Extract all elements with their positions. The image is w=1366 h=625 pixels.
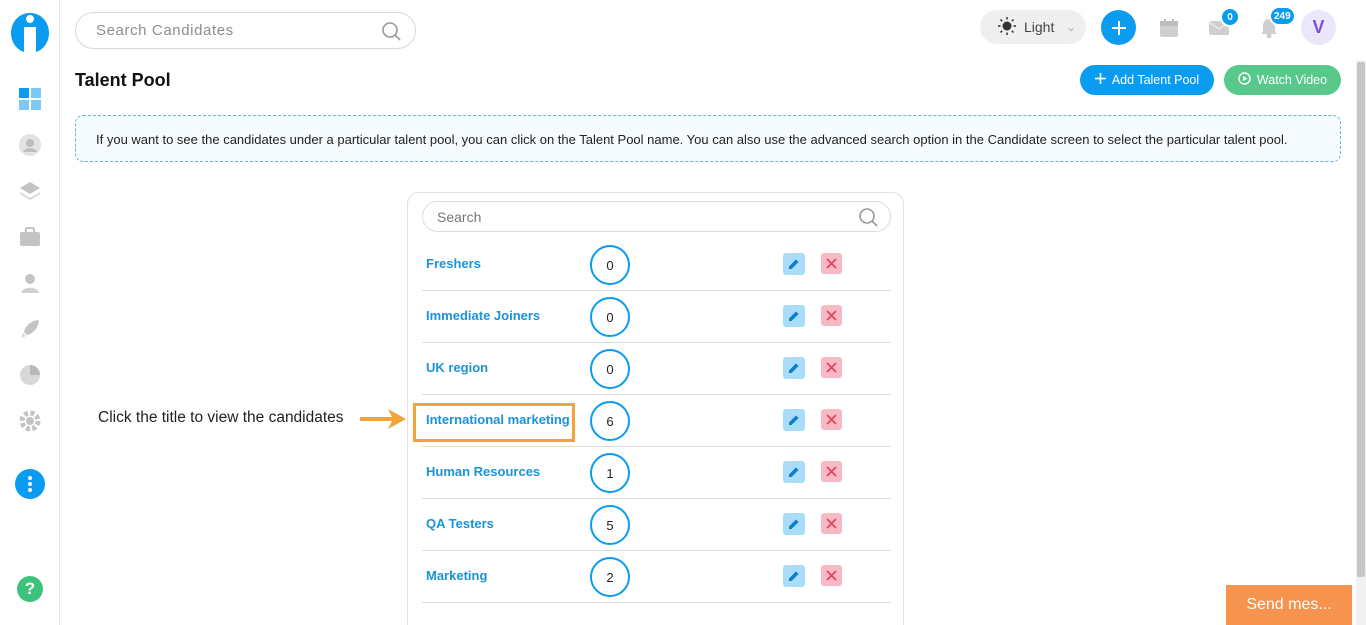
theme-label: Light [1024,19,1055,35]
delete-x-icon[interactable] [821,253,842,274]
pool-name-link[interactable]: UK region [426,360,488,375]
edit-pencil-icon[interactable] [783,409,805,431]
candidate-search-input[interactable] [96,22,366,39]
edit-pencil-icon[interactable] [783,565,805,587]
edit-pencil-icon[interactable] [783,513,805,535]
pool-count: 0 [590,245,630,285]
delete-x-icon[interactable] [821,565,842,586]
chevron-down-icon: ⌄ [1066,21,1076,34]
theme-toggle[interactable]: Light ⌄ [980,10,1086,44]
search-icon[interactable] [381,21,401,46]
edit-pencil-icon[interactable] [783,305,805,327]
edit-pencil-icon[interactable] [783,461,805,483]
sidebar: ? [0,0,60,625]
quick-add-button[interactable] [1101,10,1136,45]
watch-video-button[interactable]: Watch Video [1224,65,1341,95]
edit-pencil-icon[interactable] [783,253,805,275]
settings-gear-icon[interactable] [18,409,42,433]
edit-pencil-icon[interactable] [783,357,805,379]
calendar-icon[interactable] [1158,17,1180,39]
search-icon[interactable] [858,207,878,232]
candidate-search[interactable] [75,12,416,49]
sun-icon [998,16,1016,38]
pool-count: 2 [590,557,630,597]
play-icon [1238,72,1251,88]
pool-name-link[interactable]: QA Testers [426,516,494,531]
delete-x-icon[interactable] [821,513,842,534]
more-options-icon[interactable] [15,469,45,499]
delete-x-icon[interactable] [821,305,842,326]
table-row: Marketing 2 [422,551,891,603]
table-row: UK region 0 [422,343,891,395]
candidate-icon[interactable] [18,271,42,295]
help-icon[interactable]: ? [17,576,43,602]
info-banner: If you want to see the candidates under … [75,115,1341,162]
arrow-right-icon [358,407,408,436]
avatar[interactable]: V [1301,10,1336,45]
dashboard-icon[interactable] [18,87,42,111]
pie-chart-icon[interactable] [18,363,42,387]
pool-count: 6 [590,401,630,441]
pool-count: 1 [590,453,630,493]
delete-x-icon[interactable] [821,461,842,482]
table-row: Freshers 0 [422,239,891,291]
mail-badge: 0 [1220,7,1240,27]
pool-count: 5 [590,505,630,545]
pool-count: 0 [590,297,630,337]
add-talent-pool-label: Add Talent Pool [1111,73,1200,87]
pool-search[interactable] [422,201,891,232]
add-talent-pool-button[interactable]: Add Talent Pool [1080,65,1214,95]
briefcase-icon[interactable] [18,225,42,249]
pool-name-link[interactable]: Marketing [426,568,487,583]
page-title: Talent Pool [75,70,171,90]
layers-icon[interactable] [18,179,42,203]
watch-video-label: Watch Video [1256,73,1328,87]
pool-name-link[interactable]: Immediate Joiners [426,308,540,323]
pool-name-link[interactable]: Human Resources [426,464,540,479]
pool-search-input[interactable] [437,209,837,225]
plus-icon [1094,73,1106,87]
pool-count: 0 [590,349,630,389]
table-row: Human Resources 1 [422,447,891,499]
table-row: QA Testers 5 [422,499,891,551]
highlight-box [413,403,575,442]
pool-name-link[interactable]: Freshers [426,256,481,271]
rocket-icon[interactable] [18,317,42,341]
delete-x-icon[interactable] [821,409,842,430]
delete-x-icon[interactable] [821,357,842,378]
app-logo[interactable] [9,9,51,57]
scrollbar-thumb[interactable] [1357,62,1365,577]
send-message-button[interactable]: Send mes... [1226,585,1352,625]
notification-badge: 249 [1269,6,1296,26]
user-icon[interactable] [18,133,42,157]
annotation-text: Click the title to view the candidates [98,409,344,426]
table-row: Immediate Joiners 0 [422,291,891,343]
